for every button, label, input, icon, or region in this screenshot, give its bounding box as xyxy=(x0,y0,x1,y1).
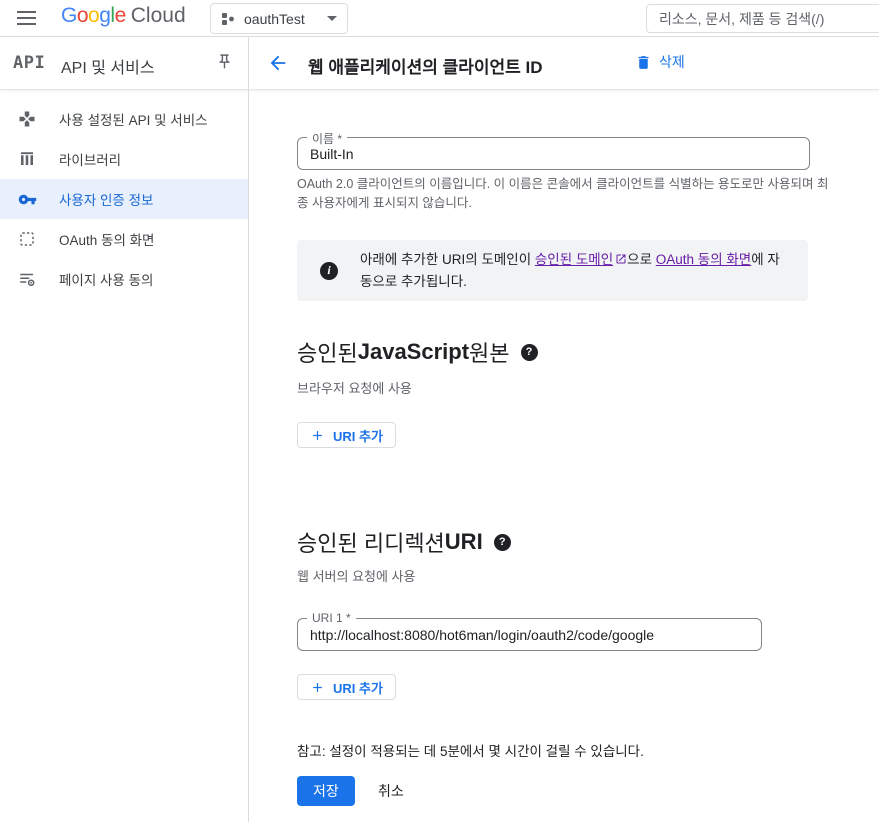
add-uri-label: URI 추가 xyxy=(333,680,383,696)
project-icon xyxy=(221,12,235,26)
trash-icon xyxy=(635,54,652,71)
delete-label: 삭제 xyxy=(659,54,685,70)
key-icon xyxy=(17,189,37,209)
chevron-down-icon xyxy=(327,16,337,21)
authorized-domains-link[interactable]: 승인된 도메인 xyxy=(535,252,613,267)
sidebar-item-label: OAuth 동의 화면 xyxy=(59,233,155,248)
logo-cloud-text: Cloud xyxy=(130,4,186,27)
library-icon xyxy=(17,149,37,169)
page-usage-icon xyxy=(17,269,37,289)
subheader: API API 및 서비스 웹 애플리케이션의 클라이언트 ID 삭제 xyxy=(0,37,879,90)
client-name-field: 이름 * xyxy=(297,130,810,170)
plus-icon xyxy=(310,680,325,695)
redirect-section-title: 승인된 리디렉션 URI ? xyxy=(297,526,511,558)
logo-letter: G xyxy=(61,4,77,27)
sidebar-item-label: 라이브러리 xyxy=(59,153,122,168)
info-icon: i xyxy=(320,261,338,280)
plus-icon xyxy=(310,428,325,443)
sidebar-title: API 및 서비스 xyxy=(61,60,155,77)
back-arrow-icon[interactable] xyxy=(267,52,291,76)
sidebar-item-credentials[interactable]: 사용자 인증 정보 xyxy=(0,179,248,219)
cancel-button[interactable]: 취소 xyxy=(370,776,412,806)
logo-letter: e xyxy=(114,4,127,27)
info-banner-text: 아래에 추가한 URI의 도메인이 승인된 도메인 으로 OAuth 동의 화면에… xyxy=(360,240,796,301)
client-name-input[interactable] xyxy=(298,138,809,169)
oauth-consent-link[interactable]: OAuth 동의 화면 xyxy=(656,252,751,267)
title-text: 승인된 리디렉션 xyxy=(297,531,445,556)
origins-section-title: 승인된 JavaScript 원본 ? xyxy=(297,336,538,368)
api-logo: API xyxy=(13,53,46,73)
banner-text-1: 아래에 추가한 URI의 도메인이 xyxy=(360,252,535,267)
banner-text-2: 으로 xyxy=(627,252,656,267)
sidebar-item-label: 사용 설정된 API 및 서비스 xyxy=(59,113,208,128)
project-name: oauthTest xyxy=(244,10,305,27)
add-redirect-uri-button[interactable]: URI 추가 xyxy=(297,674,396,700)
menu-icon[interactable] xyxy=(17,11,36,25)
page-title: 웹 애플리케이션의 클라이언트 ID xyxy=(308,58,543,77)
sidebar-item-enabled-apis[interactable]: 사용 설정된 API 및 서비스 xyxy=(0,99,248,139)
consent-screen-icon xyxy=(17,229,37,249)
propagation-note: 참고: 설정이 적용되는 데 5분에서 몇 시간이 걸릴 수 있습니다. xyxy=(297,744,644,759)
logo-letter: o xyxy=(76,4,89,27)
logo-letter: g xyxy=(99,4,111,27)
pin-icon[interactable] xyxy=(216,53,236,73)
sidebar-item-label: 페이지 사용 동의 xyxy=(59,273,154,288)
add-uri-label: URI 추가 xyxy=(333,428,383,444)
help-icon[interactable]: ? xyxy=(493,533,511,551)
sidebar-item-oauth-consent[interactable]: OAuth 동의 화면 xyxy=(0,219,248,259)
delete-button[interactable]: 삭제 xyxy=(635,52,685,72)
sidebar-item-page-usage[interactable]: 페이지 사용 동의 xyxy=(0,259,248,299)
client-name-helper: OAuth 2.0 클라이언트의 이름입니다. 이 이름은 콘솔에서 클라이언트… xyxy=(297,177,829,211)
title-text: 원본 xyxy=(469,341,510,366)
redirect-section-subtitle: 웹 서버의 요청에 사용 xyxy=(297,569,416,584)
search-input[interactable] xyxy=(646,4,879,33)
redirect-uri-label: URI 1 * xyxy=(307,611,356,625)
redirect-uri-field: URI 1 * xyxy=(297,611,762,651)
save-button[interactable]: 저장 xyxy=(297,776,355,806)
redirect-uri-input[interactable] xyxy=(298,619,761,650)
page-header: 웹 애플리케이션의 클라이언트 ID 삭제 xyxy=(249,37,879,89)
project-selector[interactable]: oauthTest xyxy=(210,3,348,34)
title-text: URI xyxy=(444,529,483,554)
info-banner: i 아래에 추가한 URI의 도메인이 승인된 도메인 으로 OAuth 동의 화… xyxy=(297,240,808,301)
main-content: 이름 * OAuth 2.0 클라이언트의 이름입니다. 이 이름은 콘솔에서 … xyxy=(249,90,879,822)
help-icon[interactable]: ? xyxy=(520,343,538,361)
google-cloud-logo: Google Cloud xyxy=(61,4,186,28)
client-name-label: 이름 * xyxy=(307,130,348,147)
sidebar-item-library[interactable]: 라이브러리 xyxy=(0,139,248,179)
logo-letter: o xyxy=(88,4,100,27)
origins-section-subtitle: 브라우저 요청에 사용 xyxy=(297,381,412,396)
enabled-apis-icon xyxy=(17,109,37,129)
title-text: 승인된 xyxy=(297,341,358,366)
external-link-icon xyxy=(615,250,627,271)
topbar: Google Cloud oauthTest xyxy=(0,0,879,37)
add-origin-uri-button[interactable]: URI 추가 xyxy=(297,422,396,448)
app-root: GoogleCloud oauthTest API API 및 서비스 웹 애플… xyxy=(0,0,879,822)
sidebar-nav: 사용 설정된 API 및 서비스 라이브러리 사용자 인증 정보 OAuth 동… xyxy=(0,90,249,822)
sidebar-item-label: 사용자 인증 정보 xyxy=(59,193,154,208)
sidebar-header: API API 및 서비스 xyxy=(0,37,249,89)
title-text: JavaScript xyxy=(357,339,470,364)
